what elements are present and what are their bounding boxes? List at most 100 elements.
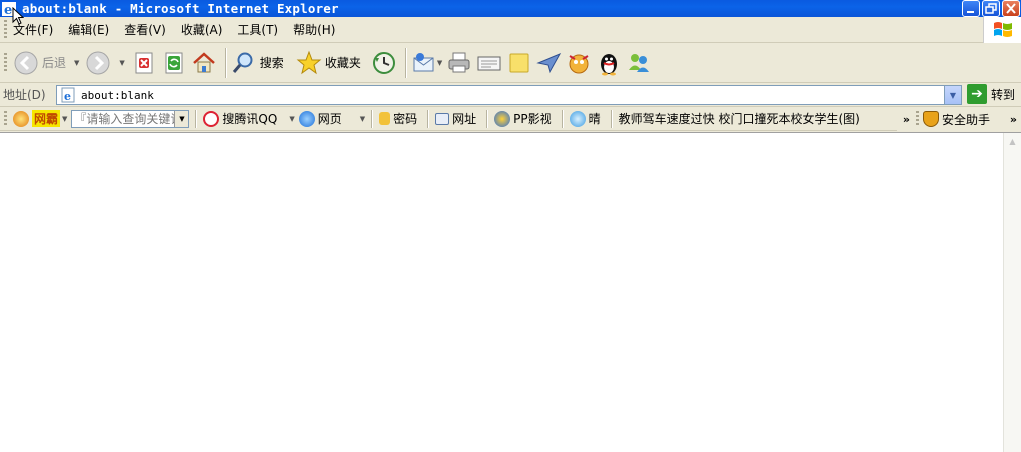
menu-help[interactable]: 帮助(H) [293, 21, 335, 38]
address-input[interactable]: e about:blank ▼ [56, 85, 962, 105]
search-button[interactable]: 搜索 [231, 45, 284, 81]
close-button[interactable] [1002, 0, 1020, 17]
edit-button[interactable] [476, 45, 502, 81]
history-icon [372, 51, 395, 74]
title-bar[interactable]: e about:blank - Microsoft Internet Explo… [0, 0, 1021, 18]
vertical-scrollbar[interactable]: ▲ [1003, 133, 1021, 452]
url-button[interactable]: 网址 [435, 110, 476, 127]
close-icon [1006, 3, 1016, 14]
restore-button[interactable] [982, 0, 1000, 17]
web-label: 网页 [317, 112, 342, 126]
sogou-qq-label: 搜腾讯QQ [222, 112, 278, 126]
sogou-dropdown[interactable]: ▼ [289, 115, 294, 123]
toolbar-grip[interactable] [4, 52, 7, 73]
toolbar-separator [224, 47, 227, 78]
go-label: 转到 [991, 87, 1016, 102]
menu-tools[interactable]: 工具(T) [237, 21, 278, 38]
menu-view[interactable]: 查看(V) [124, 21, 166, 38]
back-label: 后退 [42, 56, 67, 70]
qq-button[interactable] [596, 45, 622, 81]
back-dropdown[interactable]: ▼ [74, 59, 79, 67]
toolbar-grip[interactable] [915, 111, 919, 127]
address-url[interactable]: about:blank [81, 89, 154, 102]
pp-video-button[interactable]: PP影视 [494, 110, 552, 127]
thunder-bird-icon [569, 54, 589, 73]
mail-button[interactable]: ▼ [411, 45, 442, 81]
wangba-button[interactable]: 网霸 ▼ [13, 110, 67, 127]
windows-logo [983, 17, 1021, 43]
toolbar-overflow-chevron-icon[interactable]: » [1010, 113, 1017, 126]
minimize-button[interactable] [962, 0, 980, 17]
favorites-button[interactable]: 收藏夹 [296, 45, 361, 81]
weather-label: 晴 [588, 112, 601, 126]
refresh-button[interactable] [161, 45, 187, 81]
menu-favorites[interactable]: 收藏(A) [181, 21, 223, 38]
history-button[interactable] [371, 45, 397, 81]
url-label: 网址 [452, 112, 477, 126]
svg-text:e: e [64, 90, 71, 103]
messenger-button[interactable] [536, 45, 562, 81]
note-icon [509, 53, 529, 72]
page-icon: e [60, 87, 76, 103]
forward-arrow-icon [86, 51, 110, 74]
password-button[interactable]: 密码 [379, 110, 417, 127]
wangba-label: 网霸 [32, 110, 61, 127]
toolbar-separator [427, 109, 430, 128]
print-button[interactable] [446, 45, 472, 81]
search-label: 搜索 [259, 56, 284, 70]
news-headline[interactable]: 教师驾车速度过快 校门口撞死本校女学生(图) [619, 110, 860, 127]
favorites-star-icon [296, 50, 322, 74]
window-title: about:blank - Microsoft Internet Explore… [22, 1, 339, 16]
toolbar-overflow-chevron-icon[interactable]: » [903, 113, 910, 126]
pp-video-icon [494, 110, 511, 127]
toolbar-separator [404, 47, 407, 78]
toolbar-separator [610, 109, 613, 128]
weather-button[interactable]: 晴 [569, 110, 601, 127]
menu-edit[interactable]: 编辑(E) [68, 21, 109, 38]
shield-icon [922, 111, 939, 127]
addon-search-input[interactable]: 『请输入查询关键词』 ▼ [71, 109, 190, 128]
address-bar: 地址(D) e about:blank ▼ ➔ 转到 [0, 83, 1021, 107]
restore-icon [985, 3, 997, 14]
search-placeholder: 『请输入查询关键词』 [74, 112, 190, 126]
news-link[interactable]: 教师驾车速度过快 校门口撞死本校女学生(图) [619, 110, 860, 127]
thunder-button[interactable] [566, 45, 592, 81]
msn-buddies-icon [629, 53, 650, 72]
back-arrow-icon [14, 51, 38, 74]
mail-icon [413, 52, 434, 71]
sogou-qq-button[interactable]: 搜腾讯QQ [203, 110, 277, 127]
windows-flag-icon [993, 22, 1012, 37]
url-page-icon [435, 112, 450, 125]
discuss-button[interactable] [506, 45, 532, 81]
home-icon [192, 51, 215, 72]
qq-penguin-icon [601, 53, 618, 75]
forward-button[interactable] [85, 45, 111, 81]
search-dropdown-button[interactable]: ▼ [174, 110, 189, 127]
password-label: 密码 [393, 112, 418, 126]
go-button[interactable]: ➔ 转到 [967, 84, 1015, 104]
page-content[interactable]: ▲ [0, 132, 1021, 452]
pp-video-label: PP影视 [513, 112, 552, 126]
mouse-cursor-icon [12, 7, 24, 25]
web-button[interactable]: 网页 [298, 110, 342, 127]
toolbar-grip[interactable] [4, 19, 7, 40]
address-dropdown-button[interactable]: ▼ [944, 86, 961, 104]
refresh-icon [165, 52, 183, 73]
home-button[interactable] [191, 45, 217, 81]
msn-button[interactable] [626, 45, 652, 81]
toolbar-grip[interactable] [4, 110, 7, 127]
forward-dropdown[interactable]: ▼ [119, 59, 124, 67]
wangba-logo-icon [13, 110, 29, 127]
standard-toolbar: 后退 ▼ ▼ 搜索 收藏夹 ▼ [0, 43, 1021, 83]
paper-plane-icon [536, 52, 562, 73]
back-button[interactable]: 后退 [13, 45, 66, 81]
chevron-down-icon: ▼ [949, 90, 957, 100]
scroll-up-icon[interactable]: ▲ [1004, 133, 1021, 150]
stop-icon [135, 52, 153, 73]
web-dropdown[interactable]: ▼ [360, 115, 365, 123]
stop-button[interactable] [131, 45, 157, 81]
address-label: 地址(D) [3, 88, 46, 102]
safety-assistant-button[interactable]: 安全助手 [922, 111, 990, 128]
edit-page-icon [477, 56, 501, 70]
search-magnifier-icon [232, 52, 253, 73]
